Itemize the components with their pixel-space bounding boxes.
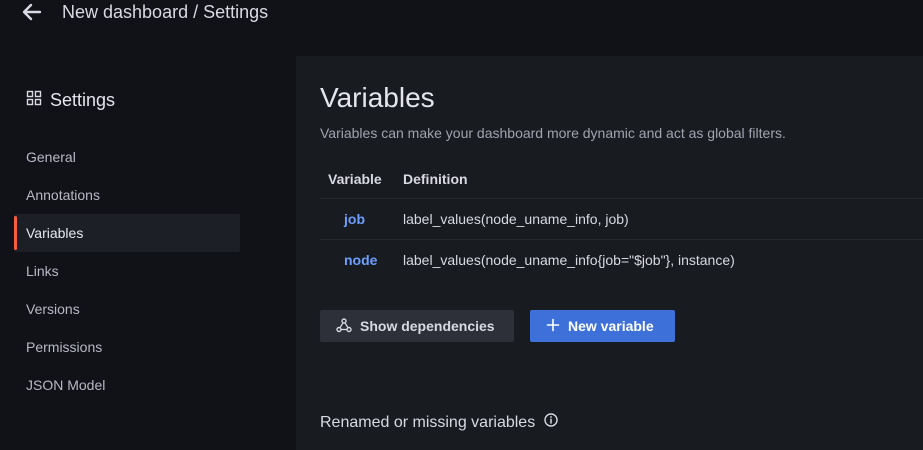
sidebar-item-json-model[interactable]: JSON Model	[14, 366, 240, 404]
graph-nodes-icon	[336, 317, 352, 336]
show-dependencies-button[interactable]: Show dependencies	[320, 310, 514, 342]
sidebar-item-general[interactable]: General	[14, 138, 240, 176]
page-description: Variables can make your dashboard more d…	[320, 125, 786, 141]
sidebar-item-annotations[interactable]: Annotations	[14, 176, 240, 214]
show-dependencies-label: Show dependencies	[360, 318, 495, 334]
plus-icon	[546, 318, 560, 335]
new-variable-label: New variable	[568, 318, 654, 334]
sidebar-item-variables[interactable]: Variables	[14, 214, 240, 252]
settings-nav: General Annotations Variables Links Vers…	[14, 138, 240, 404]
sidebar-title-label: Settings	[50, 90, 116, 110]
table-header: Variable Definition	[320, 160, 923, 198]
sidebar-item-versions[interactable]: Versions	[14, 290, 240, 328]
variable-definition: label_values(node_uname_info, job)	[403, 211, 629, 227]
page-title: Variables	[320, 82, 435, 113]
sidebar-item-links[interactable]: Links	[14, 252, 240, 290]
renamed-variables-heading: Renamed or missing variables	[320, 412, 559, 433]
settings-sidebar: Settings General Annotations Variables L…	[0, 56, 296, 450]
top-bar: New dashboard / Settings	[0, 0, 923, 28]
variable-name-link[interactable]: node	[320, 252, 403, 268]
breadcrumb: New dashboard / Settings	[62, 2, 269, 22]
sidebar-item-permissions[interactable]: Permissions	[14, 328, 240, 366]
variables-table: Variable Definition job label_values(nod…	[320, 160, 923, 280]
table-row[interactable]: job label_values(node_uname_info, job)	[320, 198, 923, 239]
table-row[interactable]: node label_values(node_uname_info{job="$…	[320, 239, 923, 280]
column-header-variable: Variable	[328, 171, 382, 187]
variable-definition: label_values(node_uname_info{job="$job"}…	[403, 252, 735, 268]
column-header-definition: Definition	[403, 171, 468, 187]
settings-main-panel: Variables Variables can make your dashbo…	[296, 56, 923, 450]
back-arrow-icon[interactable]	[20, 0, 44, 24]
info-circle-icon[interactable]	[543, 412, 559, 433]
variable-name-link[interactable]: job	[320, 211, 403, 227]
new-variable-button[interactable]: New variable	[530, 310, 675, 342]
apps-grid-icon	[26, 90, 42, 111]
sidebar-title: Settings	[26, 90, 115, 111]
renamed-variables-title: Renamed or missing variables	[320, 413, 536, 431]
